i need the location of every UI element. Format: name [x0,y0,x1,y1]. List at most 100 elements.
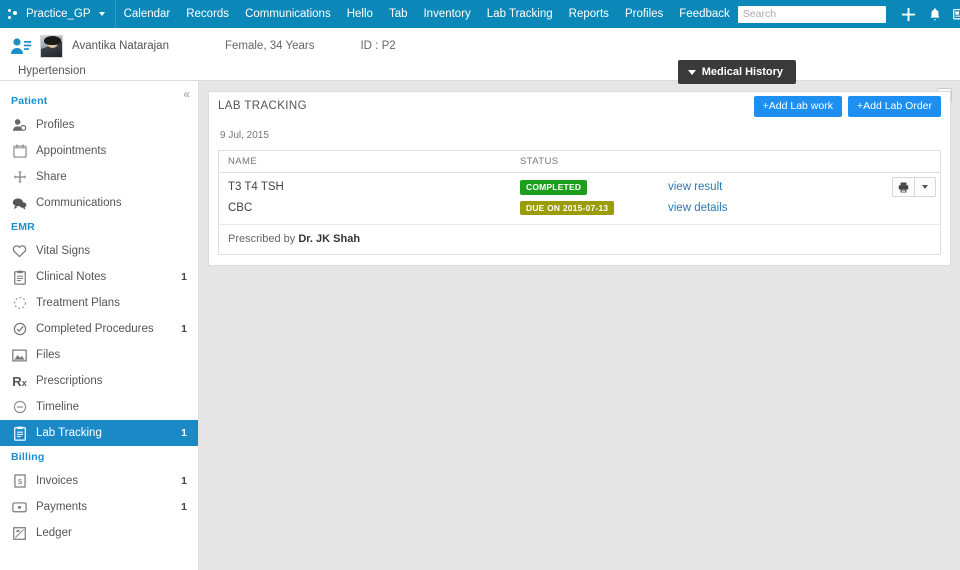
sidebar-item-label: Invoices [36,475,79,487]
table-row[interactable]: CBC DUE ON 2015-07-13 view details [219,199,940,225]
sidebar-item-count: 1 [181,271,187,283]
sidebar-item-communications[interactable]: Communications [0,190,198,216]
lab-table-header: NAME STATUS [219,151,940,173]
sidebar-group-billing: Billing [11,451,45,463]
sidebar-item-label: Files [36,349,61,361]
calendar-icon [11,143,28,159]
sidebar-item-share[interactable]: Share [0,164,198,190]
prescriber-name: Dr. JK Shah [298,233,361,245]
sidebar-item-label: Clinical Notes [36,271,107,283]
sidebar-item-completed-procedures[interactable]: Completed Procedures 1 [0,316,198,342]
sidebar-item-profiles[interactable]: Profiles [0,112,198,138]
add-lab-order-button[interactable]: +Add Lab Order [847,96,941,117]
sidebar-item-appointments[interactable]: Appointments [0,138,198,164]
lab-name: CBC [228,201,253,214]
column-header-name: NAME [228,156,258,167]
chevron-down-icon [687,69,696,75]
sidebar-item-ledger[interactable]: Ledger [0,520,198,546]
invoice-icon: $ [11,473,28,489]
nav-item-inventory[interactable]: Inventory [415,0,478,28]
view-result-link[interactable]: view result [668,181,722,193]
main-content: LAB TRACKING +Add Lab work +Add Lab Orde… [199,81,960,570]
nav-item-communications[interactable]: Communications [237,0,339,28]
search-input[interactable] [737,5,886,23]
svg-text:$: $ [17,477,21,486]
brand-menu[interactable]: Practice_GP [0,0,116,28]
lab-date-label: 9 Jul, 2015 [220,130,269,141]
top-navigation-bar: Practice_GP Calendar Records Communicati… [0,0,960,33]
sidebar-item-label: Treatment Plans [36,297,120,309]
status-badge-wrap: COMPLETED [520,180,668,195]
view-details-link[interactable]: view details [668,202,727,214]
nav-item-tab[interactable]: Tab [381,0,416,28]
nav-item-profiles[interactable]: Profiles [617,0,671,28]
ledger-icon [11,525,28,541]
sidebar-item-count: 1 [181,427,187,439]
nav-item-records[interactable]: Records [178,0,237,33]
nav-links: Calendar Records Communications Hello Ta… [116,0,738,33]
row-dropdown-button[interactable] [914,178,935,196]
printer-icon[interactable] [893,178,914,196]
patient-name: Avantika Natarajan [72,40,169,52]
sidebar-item-timeline[interactable]: Timeline [0,394,198,420]
panel-body: 9 Jul, 2015 NAME STATUS T3 T4 TSH COMPLE… [208,119,951,266]
patient-demographics: Female, 34 Years [224,40,315,52]
sidebar-item-label: Share [36,171,67,183]
spinner-icon [11,295,28,311]
sidebar-item-lab-tracking[interactable]: Lab Tracking 1 [0,420,198,446]
sidebar-item-label: Communications [36,197,122,209]
add-lab-work-button[interactable]: +Add Lab work [753,96,842,117]
news-icon[interactable]: 0 [948,0,960,28]
caret-down-icon [922,185,928,189]
bell-icon[interactable] [922,0,948,28]
nav-item-reports[interactable]: Reports [561,0,617,28]
patient-card-icon [10,36,32,56]
sidebar-item-label: Payments [36,501,88,513]
nav-item-calendar[interactable]: Calendar [116,0,179,28]
app-root: Practice_GP Calendar Records Communicati… [0,0,960,570]
sidebar-item-label: Prescriptions [36,375,103,387]
patient-header: Avantika Natarajan Female, 34 Years ID :… [0,28,960,103]
sidebar-item-count: 1 [181,323,187,335]
prescribed-prefix: Prescribed by [228,233,299,245]
clock-icon [11,399,28,415]
dots-logo-icon [8,8,21,21]
body-wrapper: « Patient Profiles Appointments Share Co… [0,81,960,570]
payment-icon [11,499,28,515]
heart-icon [11,243,28,259]
sidebar-item-vital-signs[interactable]: Vital Signs [0,238,198,264]
lab-name: T3 T4 TSH [228,181,284,194]
nav-item-hello[interactable]: Hello [339,0,381,28]
sidebar-item-label: Vital Signs [36,245,91,257]
chevron-down-icon [98,12,105,16]
sidebar-item-files[interactable]: Files [0,342,198,368]
brand-label: Practice_GP [26,8,91,20]
status-badge: DUE ON 2015-07-13 [520,200,615,215]
sidebar-item-payments[interactable]: Payments 1 [0,494,198,520]
sidebar-item-clinical-notes[interactable]: Clinical Notes 1 [0,264,198,290]
nav-item-lab-tracking[interactable]: Lab Tracking [479,0,561,28]
status-badge: COMPLETED [520,180,588,195]
sidebar-item-invoices[interactable]: $ Invoices 1 [0,468,198,494]
table-row[interactable]: T3 T4 TSH COMPLETED view result [219,173,940,199]
lab-card: NAME STATUS T3 T4 TSH COMPLETED view res… [218,150,941,255]
nav-right-actions: 0 ? [737,0,960,28]
avatar [40,34,63,58]
sidebar-item-label: Completed Procedures [36,323,154,335]
page-title: LAB TRACKING [218,99,307,112]
medical-history-label: Medical History [701,66,783,78]
patient-id: ID : P2 [360,40,396,52]
check-circle-icon [11,321,28,337]
sidebar-group-emr: EMR [11,221,35,233]
collapse-sidebar-icon[interactable]: « [183,88,190,100]
medical-history-dropdown[interactable]: Medical History [677,60,796,84]
sidebar-group-patient: Patient [11,95,48,107]
plus-icon[interactable] [896,0,922,28]
chat-icon [11,195,28,211]
patient-summary-row: Avantika Natarajan Female, 34 Years ID :… [0,28,960,58]
column-header-status: STATUS [520,156,559,167]
sidebar-item-treatment-plans[interactable]: Treatment Plans [0,290,198,316]
sidebar-item-prescriptions[interactable]: Rx Prescriptions [0,368,198,394]
nav-item-feedback[interactable]: Feedback [671,0,738,28]
panel-header: LAB TRACKING +Add Lab work +Add Lab Orde… [208,91,951,119]
